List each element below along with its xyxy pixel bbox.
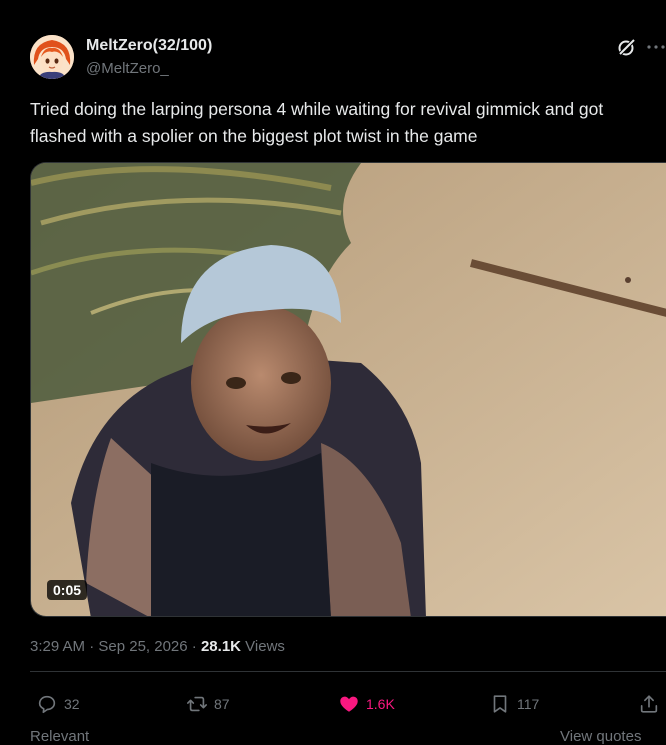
avatar[interactable] (30, 35, 74, 79)
bookmark-count: 117 (517, 696, 540, 712)
repost-button[interactable]: 87 (186, 692, 230, 716)
views-label: Views (241, 638, 285, 655)
more-icon[interactable] (646, 36, 666, 58)
author-name[interactable]: MeltZero(32/100) (86, 37, 212, 55)
reply-icon (38, 695, 56, 714)
bookmark-icon (493, 695, 507, 713)
post-meta: 3:29 AM · Sep 25, 2026 · 28.1K Views (30, 638, 285, 655)
tweet: MeltZero(32/100) @MeltZero_ Tried doing … (0, 0, 666, 745)
video-duration: 0:05 (47, 580, 88, 600)
like-button[interactable]: 1.6K (338, 692, 395, 716)
video-frame (31, 163, 666, 616)
share-button[interactable] (638, 692, 660, 716)
like-count: 1.6K (366, 696, 395, 712)
meta-separator: · (187, 638, 201, 655)
video-player[interactable] (30, 162, 666, 617)
post-text: Tried doing the larping persona 4 while … (30, 99, 604, 146)
reply-button[interactable]: 32 (36, 692, 80, 716)
reply-count: 32 (64, 696, 80, 712)
share-icon (640, 695, 658, 713)
post-timestamp[interactable]: 3:29 AM · Sep 25, 2026 (30, 638, 188, 655)
heart-icon (340, 696, 358, 712)
bookmark-button[interactable]: 117 (489, 692, 539, 716)
repost-icon (187, 696, 207, 712)
author-handle[interactable]: @MeltZero_ (86, 60, 169, 77)
divider (30, 671, 666, 672)
views-count: 28.1K (200, 638, 241, 655)
grok-icon[interactable] (616, 36, 638, 58)
avatar-image (30, 35, 74, 79)
repost-count: 87 (214, 696, 230, 712)
